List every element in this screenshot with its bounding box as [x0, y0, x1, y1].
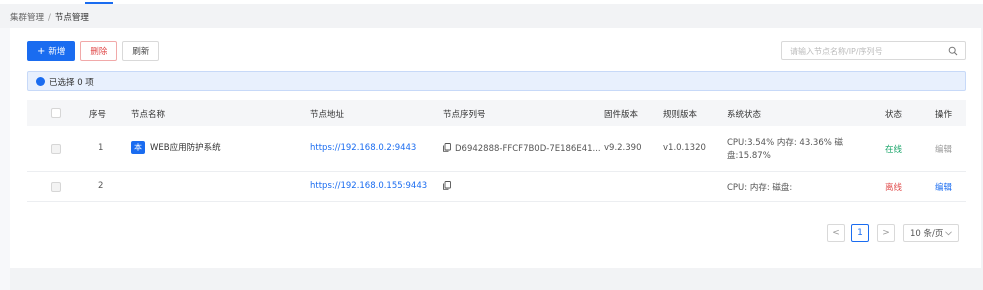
table-row: 2 https://192.168.0.155:9443 CPU: 内存: 磁盘… [27, 172, 966, 202]
edit-button[interactable]: 编辑 [935, 143, 952, 155]
row-firmware: v9.2.390 [604, 143, 642, 153]
column-header-firmware: 固件版本 [604, 110, 639, 120]
top-bar [0, 0, 983, 4]
row-serial: D6942888-FFCF7B0D-7E186E41... [443, 143, 601, 154]
row-serial [443, 181, 455, 192]
left-gutter [0, 28, 10, 290]
row-index: 1 [98, 143, 104, 153]
row-rules-version: v1.0.1320 [663, 143, 706, 153]
edit-button[interactable]: 编辑 [935, 181, 952, 193]
row-index: 2 [98, 181, 104, 191]
node-address-link[interactable]: https://192.168.0.155:9443 [310, 181, 427, 191]
column-header-rules: 规则版本 [663, 110, 698, 120]
breadcrumb-current: 节点管理 [54, 13, 89, 23]
selection-info-bar: 已选择 0 项 [27, 71, 966, 91]
column-header-serial: 节点序列号 [443, 110, 486, 120]
select-all-checkbox[interactable] [51, 108, 61, 118]
info-icon [36, 77, 45, 86]
column-header-index: 序号 [89, 110, 107, 120]
local-node-badge: 本 [131, 141, 145, 154]
row-system-status-line1: CPU:3.54% 内存: 43.36% 磁 [727, 138, 844, 148]
breadcrumb-parent[interactable]: 集群管理 [10, 13, 44, 23]
selection-count-text: 已选择 0 项 [49, 78, 94, 88]
column-header-name: 节点名称 [131, 110, 166, 120]
row-node-name: 本 WEB应用防护系统 [131, 141, 221, 154]
serial-text: D6942888-FFCF7B0D-7E186E41... [455, 144, 601, 154]
row-system-status-line2: 盘:15.87% [727, 151, 771, 161]
search-input[interactable] [790, 45, 945, 57]
content-card: +新增 删除 刷新 已选择 0 项 序号 节点名称 节点地址 节点序列号 固件版… [10, 28, 981, 268]
column-header-address: 节点地址 [310, 110, 345, 120]
row-checkbox[interactable] [51, 144, 61, 154]
page-size-label: 10 条/页 [910, 229, 944, 239]
row-system-status-line1: CPU: 内存: 磁盘: [727, 183, 793, 193]
plus-icon: + [37, 45, 46, 57]
node-name-text: WEB应用防护系统 [150, 143, 221, 153]
status-badge: 在线 [885, 145, 903, 155]
column-header-system-status: 系统状态 [727, 110, 762, 120]
node-address-link[interactable]: https://192.168.0.2:9443 [310, 143, 416, 153]
toolbar: + 新增 删除 刷新 [27, 41, 160, 61]
row-checkbox[interactable] [51, 182, 61, 192]
column-header-status: 状态 [885, 110, 903, 120]
add-button[interactable]: + 新增 [27, 41, 76, 61]
breadcrumb: 集群管理 / 节点管理 [10, 11, 89, 23]
table-row: 1 本 WEB应用防护系统 https://192.168.0.2:9443 D6… [27, 126, 966, 172]
copy-icon[interactable] [443, 181, 451, 190]
active-tab-indicator [85, 2, 113, 4]
column-header-actions: 操作 [935, 110, 953, 120]
chevron-down-icon [945, 230, 953, 235]
search-icon[interactable] [948, 46, 958, 56]
next-page-button[interactable]: > [877, 224, 895, 242]
delete-button[interactable]: 删除 [80, 41, 118, 61]
table-header: 序号 节点名称 节点地址 节点序列号 固件版本 规则版本 系统状态 状态 操作 [27, 100, 966, 126]
status-badge: 离线 [885, 183, 903, 193]
page-1-button[interactable]: 1 [851, 224, 869, 242]
add-button-label: 新增 [48, 47, 66, 57]
page-size-select[interactable]: 10 条/页 [903, 224, 959, 242]
breadcrumb-separator: / [48, 13, 51, 23]
search-box [781, 41, 966, 60]
copy-icon[interactable] [443, 143, 451, 152]
refresh-button[interactable]: 刷新 [122, 41, 160, 61]
prev-page-button[interactable]: < [827, 224, 845, 242]
